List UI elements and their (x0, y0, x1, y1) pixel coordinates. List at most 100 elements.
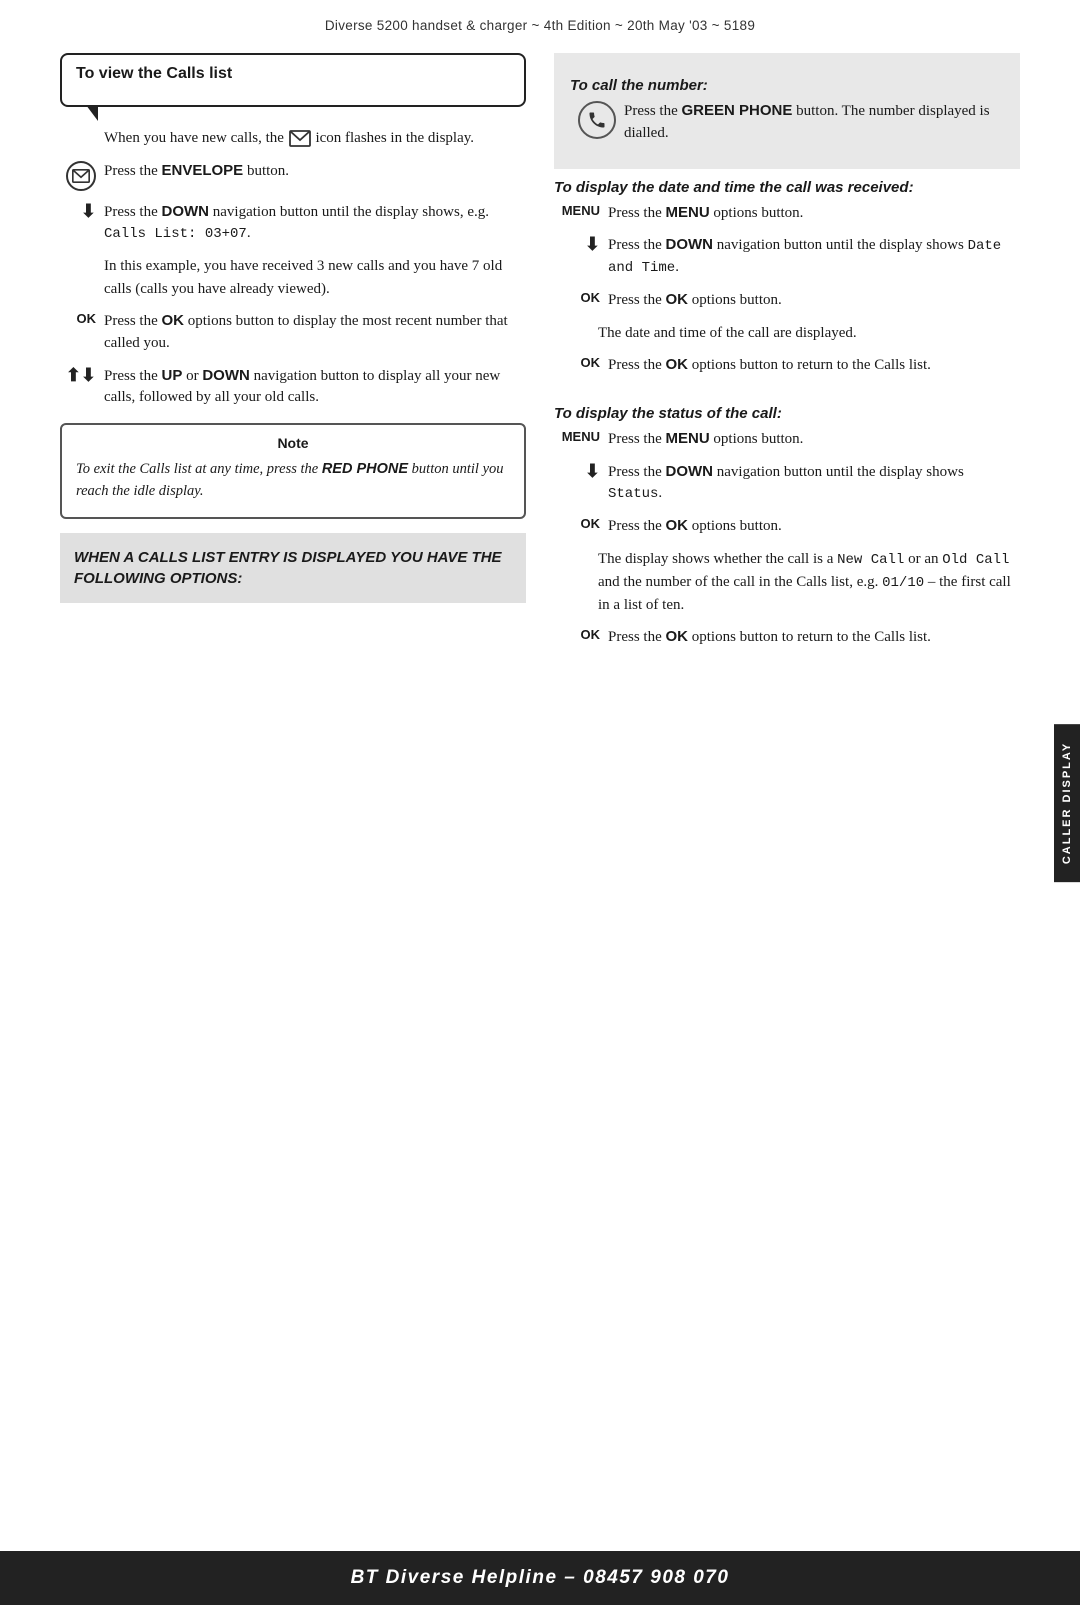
ok-label-3: OK (581, 355, 601, 370)
date-time-ok-icon: OK (554, 289, 600, 305)
st-s2-bold: DOWN (666, 463, 714, 480)
ok-label-2: OK (581, 290, 601, 305)
dt-s2-mid: navigation button until the display show… (713, 237, 968, 253)
status-ok2-icon: OK (554, 626, 600, 642)
step2-text: Press the DOWN navigation button until t… (104, 201, 526, 246)
status-step2-row: ⬇ Press the DOWN navigation button until… (554, 461, 1020, 506)
step3-paragraph: In this example, you have received 3 new… (60, 255, 526, 300)
dt-s1-bold: MENU (666, 204, 710, 221)
dt-s1-pre: Press the (608, 205, 666, 221)
section-box-title: To view the Calls list (76, 65, 510, 83)
left-content: When you have new calls, the icon flashe… (60, 127, 526, 603)
status-step1-row: MENU Press the MENU options button. (554, 428, 1020, 451)
down-arrow-icon: ⬇ (81, 202, 96, 220)
page-footer: BT Diverse Helpline – 08457 908 070 (0, 1551, 1080, 1605)
st-s1-bold: MENU (666, 430, 710, 447)
step1-row: Press the ENVELOPE button. (60, 160, 526, 191)
status-step1-text: Press the MENU options button. (608, 428, 1020, 451)
st-s3-bold: OK (666, 517, 689, 534)
status-step3-row: OK Press the OK options button. (554, 515, 1020, 538)
step5-pre: Press the (104, 368, 162, 384)
status-result-pre: The display shows whether the call is a (598, 551, 837, 567)
st-s2-code: Status (608, 486, 658, 502)
date-time-section: To display the date and time the call wa… (554, 179, 1020, 395)
date-time-ok2-icon: OK (554, 354, 600, 370)
phone-svg-icon (586, 110, 608, 130)
step2-icon: ⬇ (60, 201, 96, 220)
status-result-text: The display shows whether the call is a … (554, 548, 1020, 617)
updown-arrow-icon: ⬆⬇ (66, 366, 96, 384)
step5-row: ⬆⬇ Press the UP or DOWN navigation butto… (60, 365, 526, 410)
right-gray-block: To call the number: Press the GREEN PHON… (554, 53, 1020, 169)
circle-envelope-icon (66, 161, 96, 191)
date-time-step3-text: Press the OK options button. (608, 289, 1020, 312)
st-s3-post: options button. (688, 518, 782, 534)
step4-pre: Press the (104, 313, 162, 329)
step4-icon: OK (60, 310, 96, 326)
dt-s3-post: options button. (688, 292, 782, 308)
dt-s1-post: options button. (710, 205, 804, 221)
status-result-code2: Old Call (942, 552, 1009, 568)
st-s4-post: options button to return to the Calls li… (688, 629, 931, 645)
status-step2-text: Press the DOWN navigation button until t… (608, 461, 1020, 506)
st-s2-mid: navigation button until the display show… (713, 464, 964, 480)
status-result-code3: 01/10 (882, 575, 924, 591)
call-number-row: Press the GREEN PHONE button. The number… (570, 100, 1004, 145)
st-s4-pre: Press the (608, 629, 666, 645)
st-s1-post: options button. (710, 431, 804, 447)
step2-pre: Press the (104, 204, 162, 220)
call-number-bold: GREEN PHONE (682, 102, 793, 119)
status-section: To display the status of the call: MENU … (554, 405, 1020, 667)
ok-label-5: OK (581, 627, 601, 642)
ok-label-1: OK (77, 311, 97, 326)
step4-bold: OK (162, 312, 185, 329)
right-column: To call the number: Press the GREEN PHON… (554, 53, 1020, 667)
step5-icon: ⬆⬇ (60, 365, 96, 384)
step2-post: . (247, 225, 251, 241)
note-pre: To exit the Calls list at any time, pres… (76, 461, 322, 477)
dt-s2-post: . (675, 259, 679, 275)
left-column: To view the Calls list When you have new… (60, 53, 526, 667)
dt-s3-bold: OK (666, 291, 689, 308)
when-section: WHEN A CALLS LIST ENTRY IS DISPLAYED YOU… (60, 533, 526, 603)
step1-icon (60, 160, 96, 191)
status-down-icon: ⬇ (554, 461, 600, 480)
st-s1-pre: Press the (608, 431, 666, 447)
phone-circle-icon (578, 101, 616, 139)
call-number-pre: Press the (624, 103, 682, 119)
note-title: Note (76, 435, 510, 451)
envelope-inline-icon (289, 130, 311, 147)
step2-bold: DOWN (162, 203, 210, 220)
date-time-step1-text: Press the MENU options button. (608, 202, 1020, 225)
status-result-code1: New Call (837, 552, 904, 568)
st-s4-bold: OK (666, 628, 689, 645)
status-step4-row: OK Press the OK options button to return… (554, 626, 1020, 649)
step5-bold2: DOWN (202, 367, 250, 384)
date-time-step2-text: Press the DOWN navigation button until t… (608, 234, 1020, 279)
intro-text2: icon flashes in the display. (315, 130, 474, 146)
date-time-menu-icon: MENU (554, 202, 600, 218)
status-step4-text: Press the OK options button to return to… (608, 626, 1020, 649)
dt-s2-pre: Press the (608, 237, 666, 253)
page-header: Diverse 5200 handset & charger ~ 4th Edi… (0, 0, 1080, 43)
note-box: Note To exit the Calls list at any time,… (60, 423, 526, 519)
step2-code: Calls List: 03+07 (104, 226, 247, 242)
call-number-text: Press the GREEN PHONE button. The number… (624, 100, 1004, 145)
step5-text: Press the UP or DOWN navigation button t… (104, 365, 526, 410)
section-box-calls-list: To view the Calls list (60, 53, 526, 107)
step2-mid: navigation button until the display show… (209, 204, 489, 220)
dt-s2-bold: DOWN (666, 236, 714, 253)
st-s2-post: . (658, 485, 662, 501)
status-result-mid: or an (904, 551, 942, 567)
date-time-step1-row: MENU Press the MENU options button. (554, 202, 1020, 225)
when-section-title: WHEN A CALLS LIST ENTRY IS DISPLAYED YOU… (74, 547, 512, 589)
st-s3-pre: Press the (608, 518, 666, 534)
note-text: To exit the Calls list at any time, pres… (76, 459, 510, 503)
status-step3-text: Press the OK options button. (608, 515, 1020, 538)
date-time-result: The date and time of the call are displa… (554, 322, 1020, 345)
sidebar-tab: Caller Display (1054, 723, 1080, 881)
down-arrow-icon-2: ⬇ (585, 235, 600, 253)
step1-pre: Press the (104, 163, 162, 179)
step4-text: Press the OK options button to display t… (104, 310, 526, 355)
intro-text1: When you have new calls, the (104, 130, 284, 146)
